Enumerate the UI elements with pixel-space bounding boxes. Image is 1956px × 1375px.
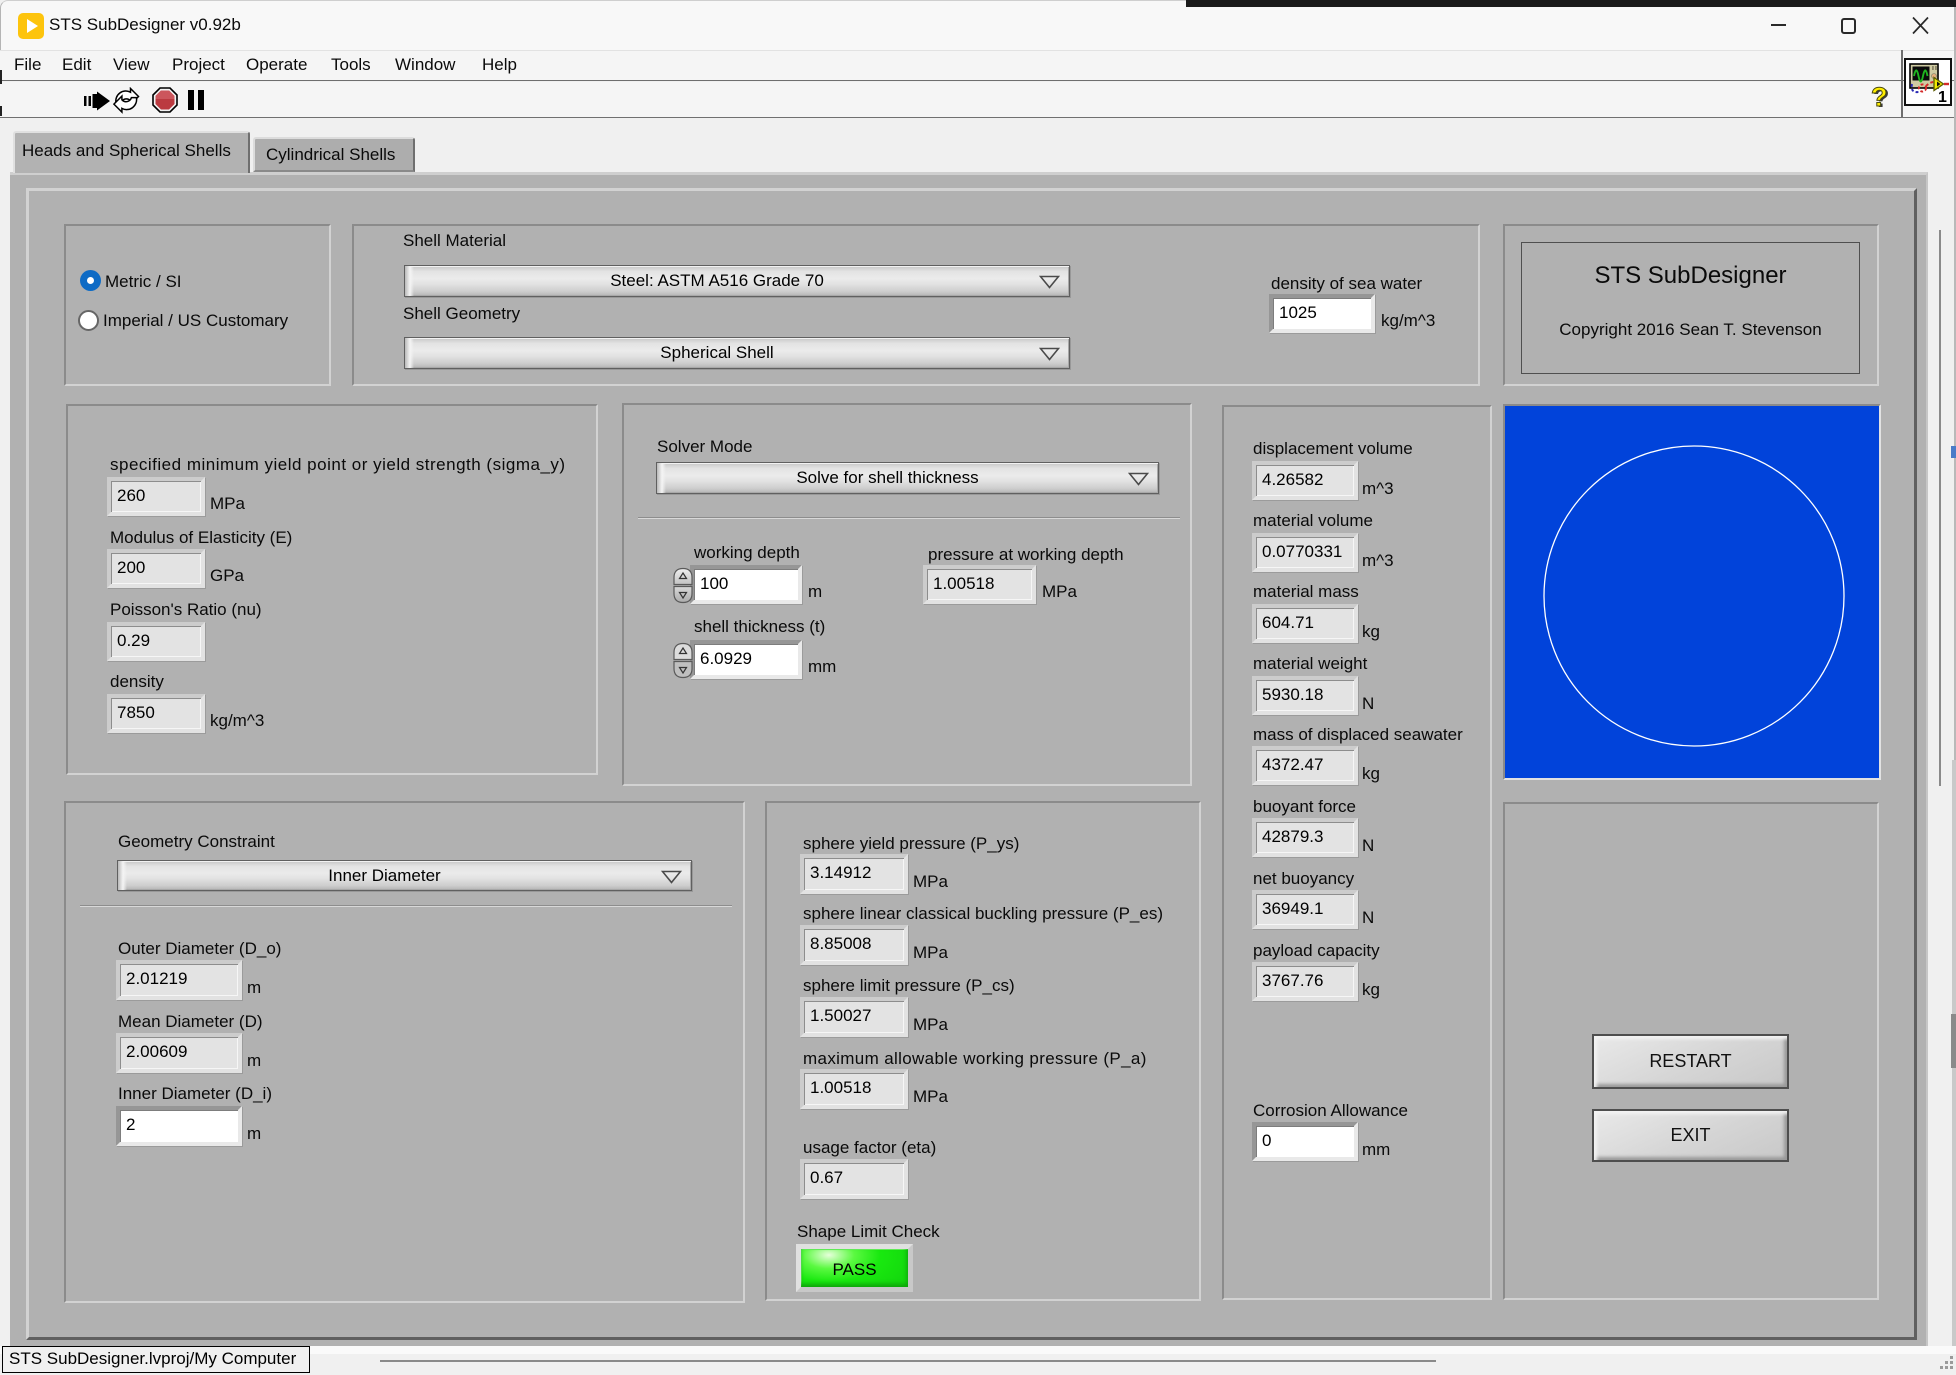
svg-text:1: 1 [1938,89,1947,104]
